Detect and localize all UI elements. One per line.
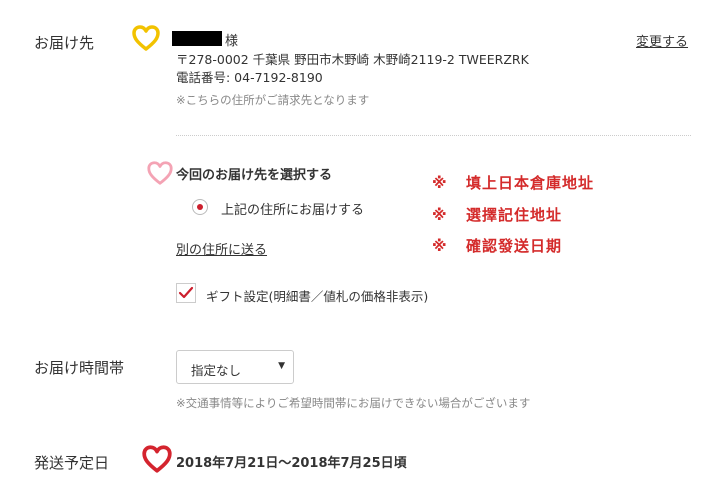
annotation-2: ※ 選擇記住地址 — [432, 204, 562, 225]
postal-address: 〒278-0002 千葉県 野田市木野崎 木野崎2119-2 TWEERZRK — [176, 52, 529, 67]
annotation-mark: ※ — [432, 206, 448, 224]
annotation-text: 選擇記住地址 — [466, 206, 563, 224]
billing-note: ※こちらの住所がご請求先となります — [176, 93, 370, 107]
gift-setting-label: ギフト設定(明細書／値札の価格非表示) — [206, 289, 429, 304]
annotation-text: 填上日本倉庫地址 — [466, 174, 595, 192]
radio-label[interactable]: 上記の住所にお届けする — [221, 199, 364, 218]
heart-icon — [132, 25, 160, 51]
redacted-name — [172, 31, 222, 46]
annotation-3: ※ 確認發送日期 — [432, 235, 562, 256]
delivery-time-note: ※交通事情等によりご希望時間帯にお届けできない場合がございます — [176, 396, 531, 410]
delivery-label: お届け先 — [34, 34, 95, 52]
delivery-time-select[interactable]: 指定なし ▼ — [176, 350, 294, 384]
ship-date-value: 2018年7月21日〜2018年7月25日頃 — [176, 456, 407, 471]
heart-icon — [147, 161, 173, 185]
divider — [176, 135, 691, 136]
phone-number: 電話番号: 04-7192-8190 — [176, 70, 323, 85]
delivery-time-selected: 指定なし — [191, 363, 242, 378]
ship-date-label: 発送予定日 — [34, 454, 110, 472]
check-icon — [178, 286, 194, 299]
delivery-time-label: お届け時間帯 — [34, 359, 125, 377]
annotation-text: 確認發送日期 — [466, 237, 563, 255]
name-suffix: 様 — [225, 34, 239, 49]
gift-setting-checkbox[interactable] — [176, 283, 196, 303]
deliver-to-above-radio[interactable] — [192, 199, 208, 215]
annotation-mark: ※ — [432, 237, 448, 255]
annotation-mark: ※ — [432, 174, 448, 192]
change-address-link[interactable]: 変更する — [636, 31, 688, 50]
heart-icon — [142, 445, 172, 473]
other-address-link[interactable]: 別の住所に送る — [176, 239, 267, 258]
select-destination-title: 今回のお届け先を選択する — [176, 168, 333, 183]
annotation-1: ※ 填上日本倉庫地址 — [432, 172, 594, 193]
chevron-down-icon: ▼ — [278, 361, 285, 371]
